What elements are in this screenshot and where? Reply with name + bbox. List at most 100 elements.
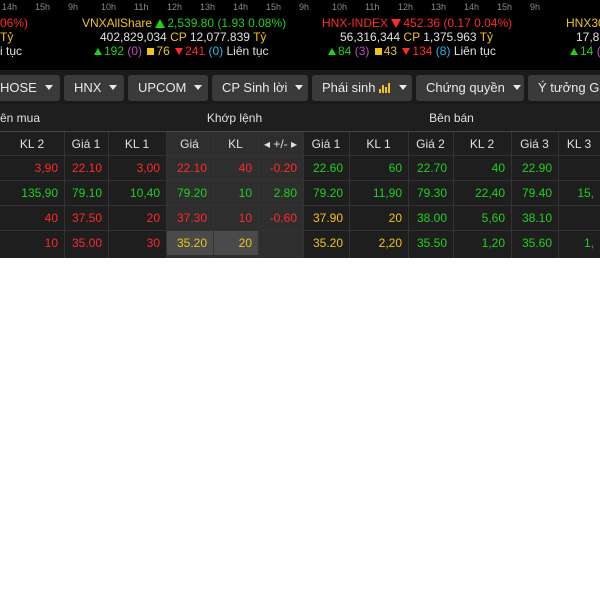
- column-divider: [558, 132, 559, 258]
- table-cell: 40: [491, 161, 505, 175]
- column-header: KL 3: [566, 137, 592, 151]
- table-cell: -0.60: [269, 211, 297, 225]
- hnx-index-change: (0.17 0.04%): [443, 16, 513, 30]
- hnx-index-name: HNX-INDEX: [322, 16, 389, 30]
- column-divider: [64, 132, 65, 258]
- tab-hnx[interactable]: HNX: [64, 75, 124, 101]
- hour-label: 13h: [200, 2, 216, 12]
- table-cell: 30: [146, 236, 160, 250]
- hour-label: 15h: [266, 2, 282, 12]
- arrow-down-icon: [391, 19, 402, 28]
- vnxallshare-name: VNXAllShare: [82, 16, 153, 30]
- column-header: KL: [228, 137, 243, 151]
- hnx-index[interactable]: HNX-INDEX 452.36 (0.17 0.04%): [322, 16, 512, 30]
- table-cell: 35.60: [521, 236, 552, 250]
- advance-icon: [94, 48, 102, 55]
- table-cell: 2.80: [273, 186, 297, 200]
- column-header: KL 2: [469, 137, 495, 151]
- table-cell: 1,: [583, 236, 594, 250]
- arrow-right-icon[interactable]: ▸: [288, 137, 297, 151]
- arrow-up-icon: [155, 19, 166, 28]
- column-header: Giá 1: [71, 137, 101, 151]
- tab-y-tuong-gd[interactable]: Ý tưởng GD: [528, 75, 600, 101]
- index-ticker-bar: 14h 15h 9h 10h 11h 12h 13h 14h 15h 9h 10h 11h 12h 13h…: [0, 0, 600, 70]
- column-header: ◂ +/- ▸: [258, 132, 303, 156]
- table-cell: 79.20: [312, 186, 343, 200]
- table-cell: 1,20: [481, 236, 505, 250]
- table-cell: 37.90: [312, 211, 343, 225]
- column-divider: [511, 132, 512, 258]
- column-divider: [258, 132, 259, 258]
- tab-upcom[interactable]: UPCOM: [128, 75, 208, 101]
- column-divider: [213, 132, 214, 258]
- vnxallshare-value: 2,539.80: [167, 16, 215, 30]
- table-cell: 22.10: [71, 161, 102, 175]
- column-divider: [453, 132, 454, 258]
- left-index-unit: Tỷ: [0, 30, 14, 44]
- hour-label: 9h: [530, 2, 541, 12]
- hour-label: 15h: [497, 2, 513, 12]
- decline-icon: [402, 48, 411, 55]
- table-cell: 79.30: [416, 186, 447, 200]
- table-cell: 37.50: [71, 211, 102, 225]
- table-cell: 35.00: [71, 236, 102, 250]
- table-cell: 35.20: [166, 231, 213, 255]
- table-cell: 79.20: [176, 186, 207, 200]
- table-cell: 22.60: [312, 161, 343, 175]
- header-divider: [0, 131, 600, 132]
- hnx-breadth-row: 84 (3) 43 134 (8) Liên tục: [326, 44, 496, 58]
- market-tab-bar: HOSE HNX UPCOM CP Sinh lời Phái sinh Chứ…: [0, 70, 600, 104]
- hnx-volume-row: 56,316,344 CP 1,375.963 Tỷ: [340, 30, 494, 44]
- price-board: ên mua Khớp lệnh Bên bán KL 2 Giá 1 KL 1 Gi…: [0, 104, 600, 258]
- hour-label: 12h: [398, 2, 414, 12]
- table-cell: 20: [146, 211, 160, 225]
- decline-icon: [175, 48, 184, 55]
- hour-label: 14h: [2, 2, 18, 12]
- hour-label: 14h: [464, 2, 480, 12]
- hour-label: 10h: [101, 2, 117, 12]
- hnx30-index[interactable]: HNX30: [566, 16, 600, 30]
- hour-label: 13h: [431, 2, 447, 12]
- table-cell: 2,20: [378, 236, 402, 250]
- match-group-header: Khớp lệnh: [206, 111, 263, 125]
- arrow-left-icon[interactable]: ◂: [264, 137, 273, 151]
- table-cell: 10: [238, 186, 252, 200]
- column-header: Giá 1: [311, 137, 341, 151]
- column-divider: [303, 132, 304, 258]
- hour-label: 11h: [134, 2, 149, 12]
- hour-label: 9h: [299, 2, 310, 12]
- table-cell: 37.30: [176, 211, 207, 225]
- table-cell: 38.00: [416, 211, 447, 225]
- hour-label: 15h: [35, 2, 51, 12]
- tab-phai-sinh[interactable]: Phái sinh: [312, 75, 412, 101]
- table-cell: 79.10: [71, 186, 102, 200]
- vnxallshare-index[interactable]: VNXAllShare 2,539.80 (1.93 0.08%): [82, 16, 286, 30]
- tab-hose[interactable]: HOSE: [0, 75, 60, 101]
- table-cell: [558, 156, 600, 180]
- table-cell: 22.70: [416, 161, 447, 175]
- table-cell: 10: [238, 211, 252, 225]
- column-header: Giá 2: [416, 137, 445, 151]
- chevron-down-icon: [399, 85, 408, 90]
- table-cell: 3,00: [136, 161, 160, 175]
- table-cell: 38.10: [521, 211, 552, 225]
- hnx30-volume: 17,89: [576, 30, 600, 44]
- column-divider: [408, 132, 409, 258]
- column-divider: [349, 132, 350, 258]
- buy-group-header: ên mua: [0, 111, 41, 125]
- hour-label: 14h: [233, 2, 249, 12]
- chevron-down-icon: [44, 85, 53, 90]
- table-cell: [258, 231, 303, 255]
- table-cell: 35.50: [416, 236, 447, 250]
- tab-chung-quyen[interactable]: Chứng quyền: [416, 75, 524, 101]
- column-header: KL 2: [19, 137, 45, 151]
- tab-cp-sinh-loi[interactable]: CP Sinh lời: [212, 75, 308, 101]
- table-cell: 35.20: [312, 236, 343, 250]
- table-cell: 22.90: [521, 161, 552, 175]
- table-cell: 10,40: [129, 186, 160, 200]
- column-divider: [108, 132, 109, 258]
- vnxallshare-change: (1.93 0.08%): [217, 16, 287, 30]
- column-header: Giá: [180, 137, 199, 151]
- column-header: KL 1: [124, 137, 150, 151]
- advance-icon: [570, 48, 578, 55]
